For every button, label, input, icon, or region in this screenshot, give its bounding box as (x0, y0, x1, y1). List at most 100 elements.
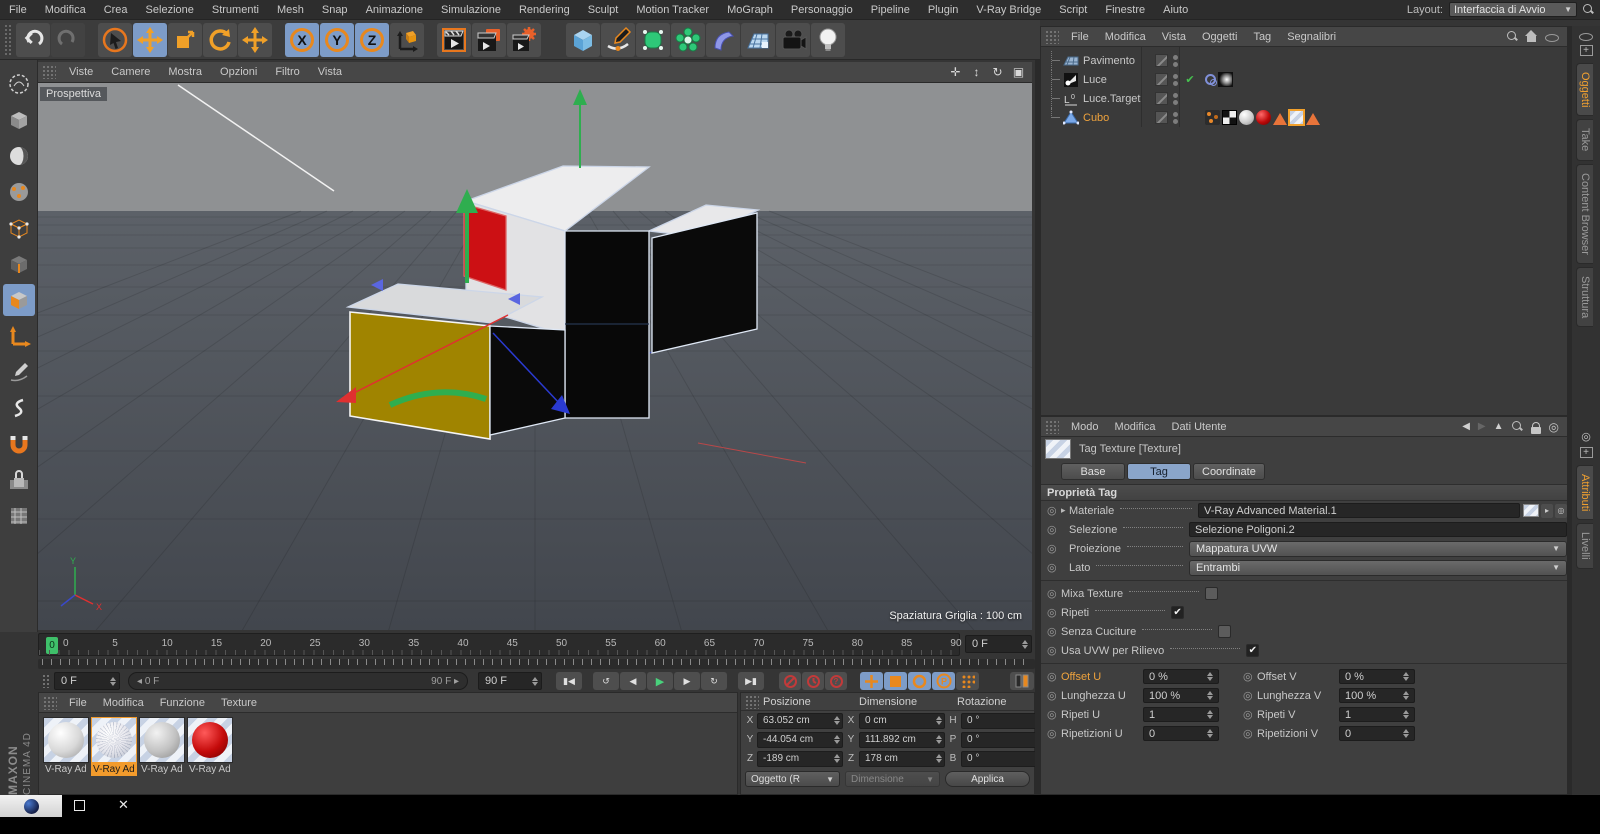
materiale-field[interactable]: V-Ray Advanced Material.1 (1198, 503, 1520, 518)
render-settings-button[interactable] (507, 22, 541, 57)
current-frame-spinner[interactable]: 0 F (965, 635, 1032, 653)
coordinate-input[interactable]: -189 cm (757, 750, 843, 767)
coordinate-input[interactable]: 0 ° (961, 712, 1044, 729)
spline-pen-mode-button[interactable] (2, 356, 35, 388)
uv-input[interactable]: 100 % (1339, 688, 1415, 703)
model-mode-button[interactable] (2, 104, 35, 136)
menubar-item[interactable]: File (0, 2, 36, 18)
menubar-item[interactable]: Mesh (268, 2, 313, 18)
polygons-mode-button[interactable] (2, 284, 35, 316)
render-view-button[interactable] (437, 22, 471, 57)
t-tri-icon[interactable] (1273, 112, 1287, 125)
uv-stepper[interactable] (1207, 672, 1213, 681)
material-swatch-red[interactable] (187, 717, 233, 763)
panel-tab-content-browser[interactable]: Content Browser (1576, 163, 1593, 264)
animation-dot-icon[interactable]: ◎ (1047, 644, 1061, 657)
target-icon[interactable]: ◎ (1581, 430, 1591, 443)
next-frame-button[interactable]: ▶ (674, 672, 700, 690)
timeline-ruler[interactable]: 0 0 5 10 15 20 25 30 35 40 45 50 55 60 65 70 75 80 85 90 (38, 633, 962, 656)
coordinate-grip[interactable] (745, 694, 759, 709)
animation-dot-icon[interactable]: ◎ (1047, 561, 1061, 574)
coordinate-stepper[interactable] (834, 735, 840, 744)
animation-dot-icon[interactable]: ◎ (1243, 727, 1257, 740)
object-manager-grip[interactable] (1045, 29, 1059, 44)
scale-tool-button[interactable] (168, 22, 202, 57)
t-polysel-icon[interactable] (1222, 110, 1237, 125)
t-target-icon[interactable] (1205, 74, 1217, 86)
key-rotation-toggle[interactable] (908, 672, 931, 690)
uv-input[interactable]: 0 % (1143, 669, 1219, 684)
tab-base[interactable]: Base (1061, 463, 1125, 480)
animation-dot-icon[interactable]: ◎ (1047, 727, 1061, 740)
material-menu-item[interactable]: Texture (213, 695, 265, 711)
lato-dropdown[interactable]: Entrambi ▼ (1189, 559, 1567, 576)
viewport-maximize-icon[interactable]: ▣ (1011, 65, 1026, 79)
coordinate-input[interactable]: 0 ° (961, 750, 1044, 767)
coordinate-input[interactable]: 63.052 cm (757, 712, 843, 729)
layer-toggle[interactable] (1155, 73, 1168, 86)
viewport-rotate-icon[interactable]: ↻ (990, 65, 1005, 79)
panel-tab-attributi[interactable]: Attributi (1576, 464, 1593, 521)
target-mode-icon[interactable]: ◎ (1549, 420, 1559, 434)
animation-dot-icon[interactable]: ◎ (1243, 670, 1257, 683)
menubar-item[interactable]: Script (1050, 2, 1096, 18)
record-keyframe-button[interactable] (779, 672, 801, 690)
texture-mode-button[interactable] (2, 140, 35, 172)
coordinate-stepper[interactable] (936, 716, 942, 725)
material-swatch-gray[interactable] (139, 717, 185, 763)
animation-dot-icon[interactable]: ◎ (1047, 523, 1061, 536)
coordinate-stepper[interactable] (936, 735, 942, 744)
material-item[interactable]: V-Ray Ad (91, 717, 137, 776)
attribute-menu-item[interactable]: Dati Utente (1164, 419, 1235, 435)
transport-frame-stepper[interactable] (110, 676, 116, 686)
uv-input[interactable]: 1 (1143, 707, 1219, 722)
key-scale-toggle[interactable] (884, 672, 907, 690)
t-points-icon[interactable] (1205, 110, 1220, 125)
viewport-zoom-icon[interactable]: ↕ (969, 65, 984, 79)
play-loop-button[interactable]: ↻ (701, 672, 727, 690)
object-name[interactable]: Luce.Target (1083, 93, 1151, 105)
attribute-menu-item[interactable]: Modo (1063, 419, 1107, 435)
bend-deformer-button[interactable] (706, 22, 740, 57)
coordinate-input[interactable]: -44.054 cm (757, 731, 843, 748)
object-row[interactable]: Cubo (1041, 108, 1567, 127)
menubar-item[interactable]: Motion Tracker (627, 2, 718, 18)
checkbox-unchecked[interactable] (1218, 625, 1232, 638)
tab-coordinate[interactable]: Coordinate (1193, 463, 1265, 480)
coordinate-stepper[interactable] (936, 754, 942, 763)
viewport-pan-icon[interactable]: ✛ (948, 65, 963, 79)
object-name[interactable]: Pavimento (1083, 55, 1151, 67)
t-matwhite-icon[interactable] (1239, 110, 1254, 125)
light-tool-button[interactable] (811, 22, 845, 57)
uv-stepper[interactable] (1207, 691, 1213, 700)
material-menu-item[interactable]: Modifica (95, 695, 152, 711)
coordinate-input[interactable]: 178 cm (859, 750, 945, 767)
viewport-menu-item[interactable]: Opzioni (211, 64, 266, 80)
subdivision-surface-button[interactable] (636, 22, 670, 57)
filter-oval-icon[interactable] (1545, 34, 1559, 42)
viewport-menu-item[interactable]: Filtro (266, 64, 308, 80)
animation-dot-icon[interactable]: ◎ (1047, 689, 1061, 702)
autokey-button[interactable] (802, 672, 824, 690)
tab-tag[interactable]: Tag (1127, 463, 1191, 480)
move-tool-button[interactable] (133, 22, 167, 57)
uv-input[interactable]: 0 (1143, 726, 1219, 741)
t-lightprev-icon[interactable] (1218, 72, 1233, 87)
uv-input[interactable]: 100 % (1143, 688, 1219, 703)
object-row[interactable]: Pavimento (1041, 51, 1567, 70)
object-name[interactable]: Luce (1083, 74, 1151, 86)
add-spline-pen-button[interactable] (601, 22, 635, 57)
texture-axis-mode-button[interactable] (2, 500, 35, 532)
floor-environment-button[interactable] (741, 22, 775, 57)
viewport-menu-item[interactable]: Camere (102, 64, 159, 80)
animation-dot-icon[interactable]: ◎ (1047, 708, 1061, 721)
menubar-item[interactable]: Personaggio (782, 2, 862, 18)
uv-stepper[interactable] (1403, 691, 1409, 700)
play-reverse-button[interactable]: ↺ (593, 672, 619, 690)
panel-tab-oggetti[interactable]: Oggetti (1576, 63, 1593, 117)
live-selection-button[interactable] (98, 22, 132, 57)
animation-dot-icon[interactable]: ◎ (1047, 542, 1061, 555)
object-manager-menu-item[interactable]: Segnalibri (1279, 29, 1344, 45)
add-cube-object-button[interactable] (566, 22, 600, 57)
material-item[interactable]: V-Ray Ad (43, 717, 89, 776)
